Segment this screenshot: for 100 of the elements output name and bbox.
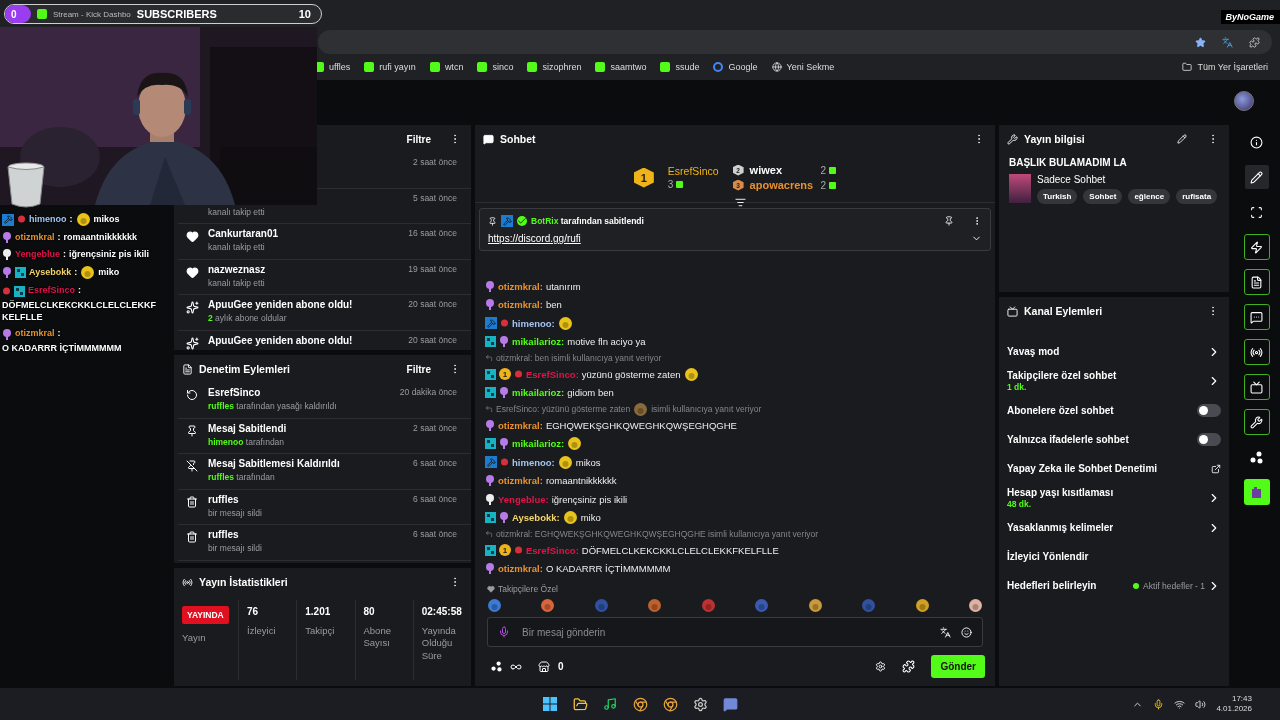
app-icon[interactable] bbox=[691, 695, 709, 713]
heart-icon bbox=[186, 265, 199, 279]
chat-username[interactable]: otizmkral: bbox=[498, 280, 543, 292]
tab-title: Stream - Kick Dashbo bbox=[53, 9, 131, 19]
reply-context: isimli kullanıcıya yanıt veriyor bbox=[651, 404, 762, 414]
tag-chip[interactable]: Sohbet bbox=[1083, 189, 1123, 204]
chat-username[interactable]: Yengeblue: bbox=[498, 493, 549, 505]
bookmark-link[interactable]: Google bbox=[713, 62, 758, 72]
pin-icon bbox=[488, 216, 497, 226]
action-label[interactable]: Hedefleri belirleyin bbox=[1007, 580, 1097, 591]
pinned-link[interactable]: https://discord.gg/rufi bbox=[488, 233, 581, 244]
trash-icon bbox=[186, 531, 198, 543]
sidebar-tool-button[interactable] bbox=[1243, 269, 1270, 295]
sidebar-tool-button[interactable] bbox=[1243, 339, 1270, 365]
chat-message: gidiom ben bbox=[567, 387, 614, 399]
tag-chip[interactable]: eğlence bbox=[1128, 189, 1171, 204]
og-badge-icon bbox=[485, 368, 496, 380]
chat-message: yüzünü gösterme zaten bbox=[581, 368, 681, 380]
external-link-icon[interactable] bbox=[1211, 463, 1221, 474]
emoji-icon[interactable] bbox=[961, 626, 972, 638]
pencil-icon[interactable] bbox=[1177, 134, 1187, 144]
star-icon[interactable] bbox=[1195, 36, 1206, 48]
user-avatar[interactable] bbox=[1234, 91, 1254, 111]
volume-icon[interactable] bbox=[1195, 698, 1207, 710]
collapse-icon[interactable] bbox=[735, 197, 746, 208]
bookmark-link[interactable]: ssude bbox=[660, 62, 700, 72]
message-input[interactable]: Bir mesaj gönderin bbox=[520, 625, 930, 639]
action-title: Mesaj Sabitlemesi Kaldırıldı bbox=[208, 458, 341, 469]
action-label[interactable]: Takipçilere özel sohbet bbox=[1007, 370, 1117, 381]
stat-label: Yayın bbox=[182, 632, 207, 645]
chat-username[interactable]: mikailarioz: bbox=[512, 336, 565, 348]
toggle-switch[interactable] bbox=[1197, 433, 1221, 446]
message-composer[interactable]: Bir mesaj gönderin bbox=[487, 617, 983, 647]
store-icon[interactable] bbox=[538, 660, 550, 673]
clock[interactable]: 17:43 4.01.2026 bbox=[1216, 693, 1252, 715]
chat-username[interactable]: otizmkral: bbox=[498, 419, 543, 431]
chat-username[interactable]: otizmkral: bbox=[498, 299, 543, 311]
tag-chip[interactable]: rufisata bbox=[1176, 189, 1218, 204]
og-badge-icon bbox=[485, 387, 496, 399]
browser-icon[interactable] bbox=[631, 695, 649, 713]
reply-context: otizmkral: EGHQWEKŞGHKQWEGHKQWŞEGHQGHE isimli kullanıcıya yanıt veriyor bbox=[496, 529, 819, 539]
bookmark-link[interactable]: wtcn bbox=[429, 62, 464, 72]
chat-message: DÖFMELCLKEKCKKLCLELCLEKKFKELFLLE bbox=[581, 544, 779, 556]
action-label[interactable]: Yalnızca ifadelerle sohbet bbox=[1007, 434, 1129, 445]
chat-username[interactable]: mikailarioz: bbox=[512, 438, 565, 450]
filter-button[interactable]: Filtre bbox=[394, 363, 443, 375]
sidebar-tool-button[interactable] bbox=[1243, 409, 1270, 435]
emote-icon bbox=[562, 510, 578, 526]
runner-name: apowacrens bbox=[749, 179, 815, 191]
chat-username[interactable]: mikailarioz: bbox=[512, 387, 565, 399]
sidebar-tool-button[interactable] bbox=[1243, 234, 1270, 260]
action-label[interactable]: İzleyici Yönlendir bbox=[1007, 551, 1089, 562]
toggle-switch[interactable] bbox=[1197, 404, 1221, 417]
bookmark-link[interactable]: sinco bbox=[477, 62, 514, 72]
chat-username[interactable]: Aysebokk: bbox=[512, 512, 560, 524]
action-label[interactable]: Yapay Zeka ile Sohbet Denetimi bbox=[1007, 463, 1158, 474]
folder-icon[interactable] bbox=[571, 695, 589, 713]
chat-username[interactable]: himenoo: bbox=[512, 456, 555, 468]
music-icon[interactable] bbox=[601, 695, 619, 713]
mic-icon[interactable] bbox=[1153, 698, 1165, 710]
chat-username[interactable]: otizmkral: bbox=[498, 475, 543, 487]
action-label[interactable]: Hesap yaşı kısıtlaması bbox=[1007, 487, 1114, 498]
emote-icon bbox=[540, 598, 556, 613]
sidebar-tool-button[interactable] bbox=[1243, 164, 1270, 190]
action-label[interactable]: Abonelere özel sohbet bbox=[1007, 405, 1114, 416]
overlay-message: mikos bbox=[93, 213, 120, 226]
chat-username[interactable]: EsrefSinco: bbox=[526, 368, 579, 380]
action-label[interactable]: Yavaş mod bbox=[1007, 346, 1060, 357]
sparkle-icon bbox=[186, 336, 199, 350]
bookmark-link[interactable]: rufi yayın bbox=[364, 62, 416, 72]
emote-icon bbox=[647, 598, 663, 613]
emote-icon bbox=[633, 401, 649, 417]
chat-username[interactable]: EsrefSinco: bbox=[526, 544, 579, 556]
reply-icon bbox=[485, 405, 493, 413]
stat-label: Abone Sayısı bbox=[363, 625, 392, 650]
chat-username[interactable]: otizmkral: bbox=[498, 563, 543, 575]
chat-app-icon[interactable] bbox=[721, 695, 739, 713]
sidebar-tool-button[interactable] bbox=[1243, 374, 1270, 400]
settings-icon[interactable] bbox=[875, 661, 887, 672]
stat-label: Yayında Olduğu Süre bbox=[421, 625, 457, 663]
folder-icon bbox=[1182, 62, 1193, 72]
browser-icon[interactable] bbox=[661, 695, 679, 713]
tag-chip[interactable]: Turkish bbox=[1037, 189, 1078, 204]
network-icon[interactable] bbox=[1174, 698, 1186, 710]
start-icon[interactable] bbox=[541, 695, 559, 713]
bookmark-link[interactable]: saamtwo bbox=[595, 62, 647, 72]
filter-button[interactable]: Filtre bbox=[394, 133, 443, 145]
bookmark-link[interactable]: Yeni Sekme bbox=[771, 62, 835, 72]
overlay-username: Yengeblue bbox=[15, 248, 60, 261]
sidebar-tool-button[interactable] bbox=[1243, 304, 1270, 330]
send-button[interactable]: Gönder bbox=[931, 655, 985, 678]
chat-username[interactable]: himenoo: bbox=[512, 317, 555, 329]
stat-value: 80 bbox=[363, 606, 376, 617]
translate-icon[interactable] bbox=[940, 626, 951, 638]
sidebar-tool-button[interactable] bbox=[1243, 479, 1270, 505]
bookmark-link[interactable]: sizophren bbox=[527, 62, 582, 72]
pin-icon[interactable] bbox=[944, 216, 954, 226]
all-bookmarks-link[interactable]: Tüm Yer İşaretleri bbox=[1182, 62, 1268, 72]
action-label[interactable]: Yasaklanmış kelimeler bbox=[1007, 522, 1114, 533]
mic-icon[interactable] bbox=[498, 626, 510, 638]
